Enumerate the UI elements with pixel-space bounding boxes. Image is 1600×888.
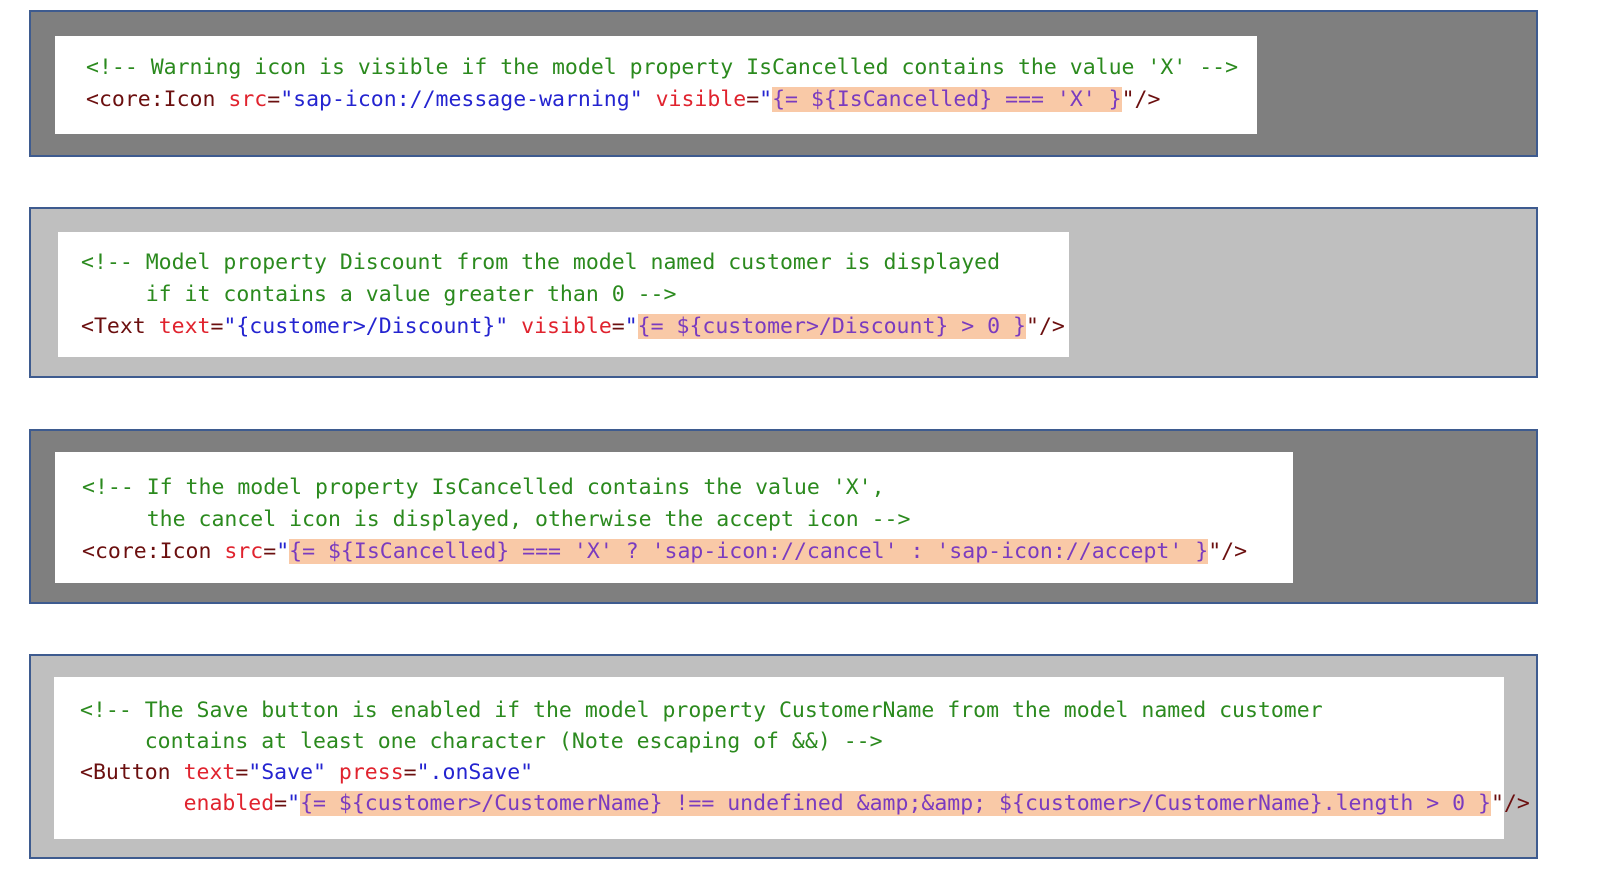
xml-tag: <core:Icon — [86, 87, 216, 112]
highlighted-expression: {= ${customer>/Discount} > 0 } — [637, 314, 1026, 339]
xml-tag: <Button — [80, 760, 171, 785]
highlighted-expression: {= ${IsCancelled} === 'X' ? 'sap-icon://… — [289, 539, 1209, 564]
code-example-panel-4: <!-- The Save button is enabled if the m… — [29, 654, 1538, 859]
xml-attribute-name: press — [338, 760, 404, 785]
code-line: the cancel icon is displayed, otherwise … — [82, 504, 1293, 536]
xml-attribute-name: src — [228, 87, 268, 112]
code-comment: <!-- The Save button is enabled if the m… — [80, 698, 1323, 723]
xml-attribute-value: ".onSave" — [416, 760, 534, 785]
xml-tag-close: "/> — [1121, 87, 1161, 112]
code-block-1: <!-- Warning icon is visible if the mode… — [55, 36, 1257, 134]
code-comment: contains at least one character (Note es… — [80, 729, 883, 754]
code-line: if it contains a value greater than 0 --… — [81, 279, 1069, 311]
code-line: <core:Icon src="{= ${IsCancelled} === 'X… — [82, 539, 1248, 564]
code-line: enabled="{= ${customer>/CustomerName} !=… — [183, 791, 1530, 816]
code-example-panel-1: <!-- Warning icon is visible if the mode… — [29, 10, 1538, 157]
code-example-panel-2: <!-- Model property Discount from the mo… — [29, 207, 1538, 378]
xml-tag-close: "/> — [1490, 791, 1530, 816]
code-comment: <!-- Model property Discount from the mo… — [81, 250, 1001, 275]
code-line: <core:Icon src="sap-icon://message-warni… — [86, 87, 1161, 112]
code-line: <!-- Model property Discount from the mo… — [81, 247, 1069, 279]
xml-tag: <Text — [81, 314, 146, 339]
xml-attribute-name: visible — [655, 87, 747, 112]
xml-attribute-name: text — [183, 760, 236, 785]
code-line: contains at least one character (Note es… — [80, 726, 1504, 757]
highlighted-expression: {= ${customer>/CustomerName} !== undefin… — [300, 791, 1491, 816]
code-line: <!-- The Save button is enabled if the m… — [80, 695, 1504, 726]
code-block-4: <!-- The Save button is enabled if the m… — [54, 677, 1530, 839]
xml-quote: " — [276, 539, 290, 564]
code-block-2: <!-- Model property Discount from the mo… — [58, 232, 1069, 357]
code-line: <Text text="{customer>/Discount}" visibl… — [81, 314, 1065, 339]
code-comment: the cancel icon is displayed, otherwise … — [82, 507, 911, 532]
xml-attribute-name: visible — [521, 314, 612, 339]
code-comment: <!-- If the model property IsCancelled c… — [82, 475, 885, 500]
xml-quote: " — [759, 87, 773, 112]
xml-tag: <core:Icon — [82, 539, 212, 564]
xml-attribute-name: text — [158, 314, 211, 339]
code-line: <!-- Warning icon is visible if the mode… — [86, 52, 1257, 84]
xml-attribute-value: "sap-icon://message-warning" — [280, 87, 643, 112]
code-comment: if it contains a value greater than 0 --… — [81, 282, 677, 307]
xml-quote: " — [624, 314, 638, 339]
xml-tag-close: "/> — [1208, 539, 1248, 564]
xml-tag-close: "/> — [1026, 314, 1065, 339]
code-line: <Button text="Save" press=".onSave" — [80, 760, 534, 785]
xml-attribute-name: enabled — [183, 791, 275, 816]
code-example-panel-3: <!-- If the model property IsCancelled c… — [29, 429, 1538, 604]
code-line: <!-- If the model property IsCancelled c… — [82, 472, 1293, 504]
code-block-3: <!-- If the model property IsCancelled c… — [55, 452, 1293, 583]
xml-attribute-value: "Save" — [248, 760, 326, 785]
code-comment: <!-- Warning icon is visible if the mode… — [86, 55, 1239, 80]
xml-attribute-name: src — [224, 539, 264, 564]
xml-quote: " — [287, 791, 301, 816]
xml-attribute-value: "{customer>/Discount}" — [223, 314, 509, 339]
highlighted-expression: {= ${IsCancelled} === 'X' } — [772, 87, 1122, 112]
